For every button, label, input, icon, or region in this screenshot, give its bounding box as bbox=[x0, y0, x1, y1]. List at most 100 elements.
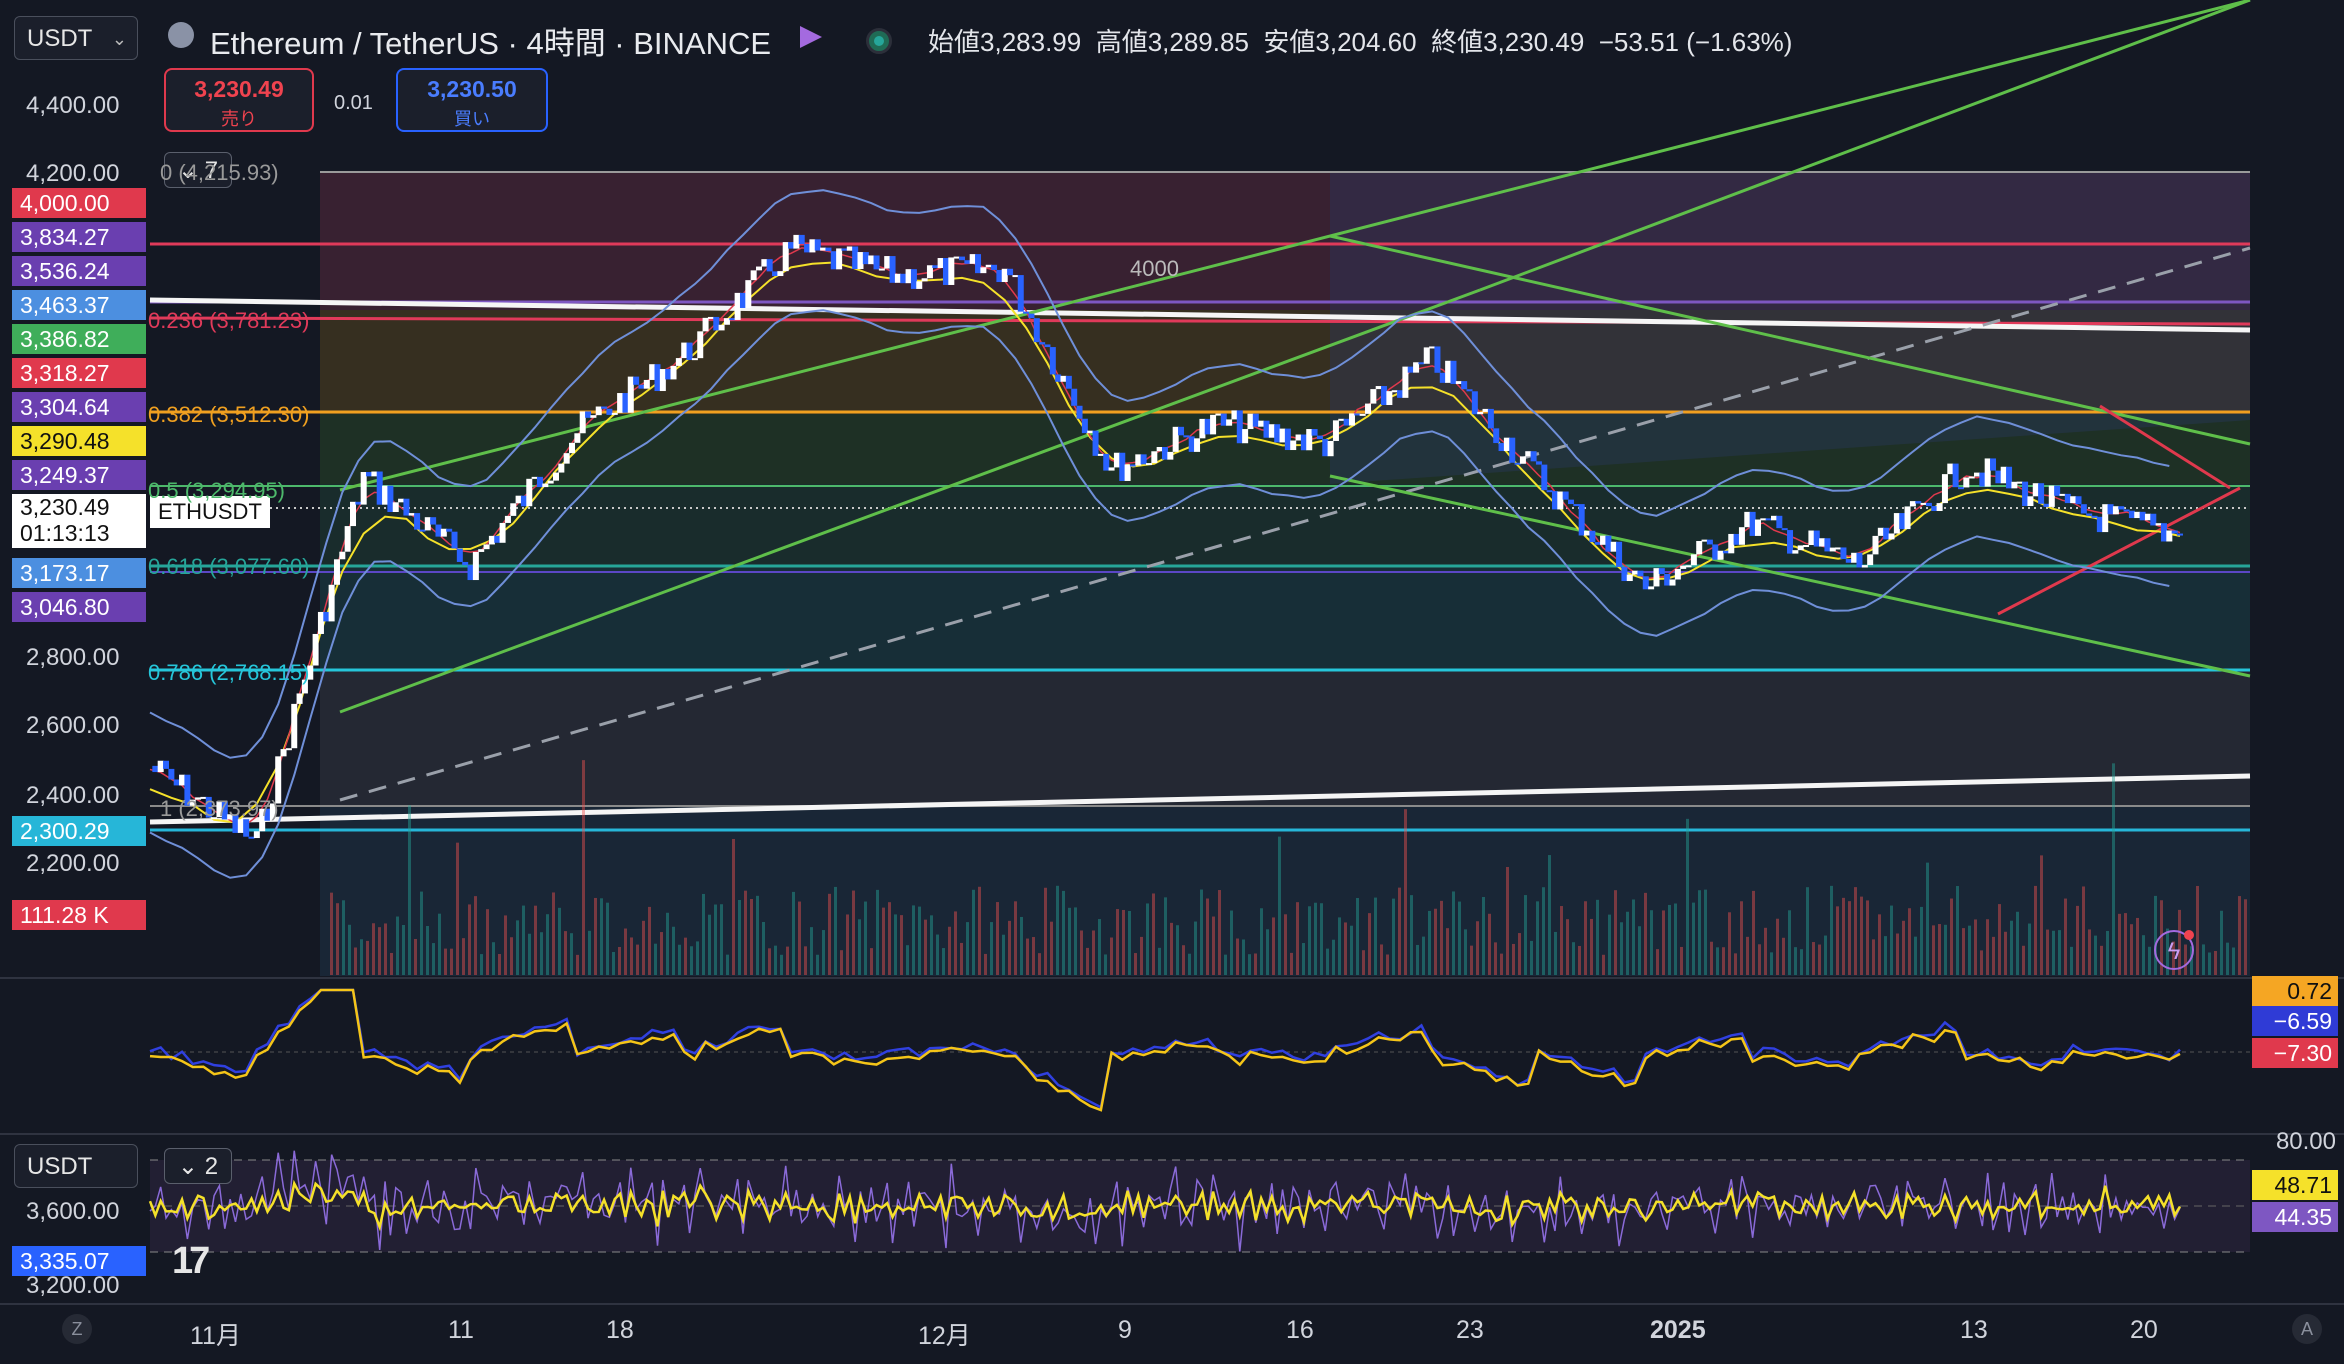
volume-bar bbox=[390, 952, 393, 975]
candle bbox=[2006, 466, 2013, 489]
candle bbox=[1290, 440, 1297, 451]
x-axis-label: 11 bbox=[448, 1316, 474, 1344]
candle bbox=[718, 324, 725, 331]
auto-scale-icon[interactable]: A bbox=[2292, 1314, 2322, 1344]
volume-bar bbox=[1602, 954, 1605, 975]
alert-bolt-icon[interactable]: ϟ bbox=[2154, 930, 2194, 970]
volume-bar bbox=[1548, 855, 1551, 975]
candle bbox=[1936, 503, 1943, 511]
volume-bar bbox=[432, 943, 435, 975]
chart-canvas[interactable] bbox=[0, 0, 2344, 1364]
volume-bar bbox=[684, 937, 687, 975]
candle bbox=[2155, 523, 2162, 526]
volume-bar bbox=[1176, 925, 1179, 975]
candle bbox=[1049, 347, 1056, 375]
candle bbox=[686, 342, 693, 360]
volume-bar bbox=[744, 890, 747, 975]
volume-bar bbox=[564, 931, 567, 975]
volume-bar bbox=[654, 943, 657, 975]
volume-bar bbox=[540, 932, 543, 975]
volume-bar bbox=[1374, 897, 1377, 975]
candle bbox=[1258, 420, 1265, 427]
volume-bar bbox=[1680, 946, 1683, 975]
candle bbox=[1178, 426, 1185, 436]
volume-bar bbox=[1260, 908, 1263, 975]
volume-bar bbox=[366, 940, 369, 975]
volume-bar bbox=[1986, 919, 1989, 975]
candle bbox=[1642, 576, 1649, 590]
volume-bar bbox=[2226, 942, 2229, 975]
candle bbox=[1765, 518, 1772, 521]
indicator-flag-icon[interactable] bbox=[800, 26, 822, 48]
volume-bar bbox=[1944, 924, 1947, 975]
candle bbox=[1530, 451, 1537, 462]
candle bbox=[1664, 573, 1671, 586]
volume-bar bbox=[1230, 910, 1233, 975]
volume-bar bbox=[1116, 909, 1119, 975]
volume-bar bbox=[2238, 896, 2241, 975]
candle bbox=[1947, 463, 1954, 475]
candle bbox=[2000, 466, 2007, 484]
candle bbox=[1733, 533, 1740, 545]
volume-bar bbox=[2154, 895, 2157, 975]
price-tick: 2,600.00 bbox=[26, 712, 120, 739]
candle bbox=[2022, 481, 2029, 507]
price-level-tag: 3,386.82 bbox=[12, 324, 146, 354]
candle bbox=[510, 503, 517, 516]
lower-collapse-button[interactable]: ⌄ 2 bbox=[164, 1148, 232, 1184]
candle bbox=[756, 266, 762, 271]
volume-bar bbox=[2088, 929, 2091, 975]
sell-button[interactable]: 3,230.49 売り bbox=[164, 68, 314, 132]
candle bbox=[1242, 429, 1249, 444]
buy-button[interactable]: 3,230.50 買い bbox=[396, 68, 548, 132]
candle bbox=[1215, 413, 1222, 416]
volume-bar bbox=[966, 922, 969, 975]
lower-pane-select[interactable]: USDT bbox=[14, 1144, 138, 1188]
volume-bar bbox=[1290, 952, 1293, 975]
candle bbox=[2139, 511, 2146, 521]
volume-bar bbox=[978, 886, 981, 975]
volume-bar bbox=[1752, 890, 1755, 975]
market-status-icon[interactable] bbox=[866, 28, 892, 54]
volume-bar bbox=[1470, 945, 1473, 975]
candle bbox=[964, 260, 971, 264]
candle bbox=[1145, 463, 1152, 466]
volume-bar bbox=[894, 914, 897, 975]
candle bbox=[1899, 513, 1906, 530]
candle bbox=[713, 316, 720, 331]
volume-bar bbox=[1674, 903, 1677, 975]
volume-bar bbox=[1062, 890, 1065, 975]
candle bbox=[1995, 470, 2002, 484]
volume-bar bbox=[1182, 945, 1185, 975]
zoom-icon[interactable]: Z bbox=[62, 1314, 92, 1344]
candle bbox=[173, 779, 180, 786]
candle bbox=[1156, 447, 1163, 452]
buy-label: 買い bbox=[454, 109, 490, 129]
volume-bar bbox=[1614, 890, 1617, 975]
volume-bar bbox=[1938, 924, 1941, 975]
candle bbox=[350, 501, 356, 527]
symbol-select[interactable]: USDT ⌄ bbox=[14, 16, 138, 60]
volume-bar bbox=[1770, 952, 1773, 975]
candle bbox=[1001, 268, 1008, 283]
price-tick: 2,400.00 bbox=[26, 782, 120, 809]
price-level-tag: 3,249.37 bbox=[12, 460, 146, 490]
candle bbox=[1199, 418, 1206, 439]
fib-label: 0.618 (3,077.60) bbox=[148, 554, 310, 579]
volume-bar bbox=[1056, 885, 1059, 975]
candle bbox=[959, 256, 965, 261]
volume-bar bbox=[1572, 942, 1575, 975]
candle bbox=[462, 561, 469, 566]
volume-bar bbox=[810, 927, 813, 975]
candle bbox=[1578, 504, 1585, 536]
lower-tick: 3,600.00 bbox=[26, 1198, 120, 1225]
candle bbox=[932, 265, 939, 268]
volume-bar bbox=[2022, 945, 2025, 975]
candle bbox=[2048, 485, 2055, 507]
candle bbox=[2043, 503, 2050, 507]
candle bbox=[590, 415, 597, 418]
volume-bar bbox=[1026, 938, 1029, 975]
candle bbox=[366, 472, 373, 477]
candle bbox=[435, 524, 442, 537]
candle bbox=[430, 517, 437, 525]
